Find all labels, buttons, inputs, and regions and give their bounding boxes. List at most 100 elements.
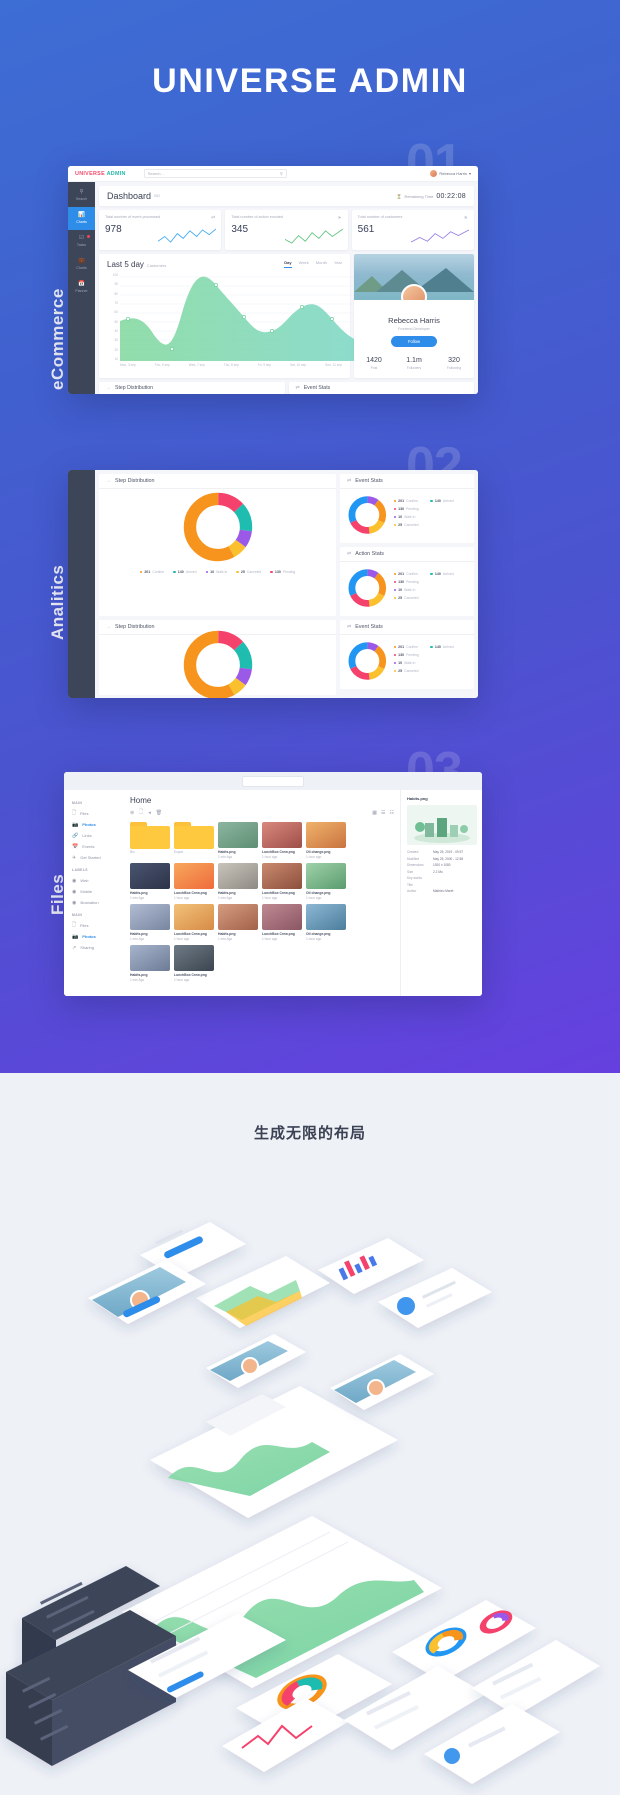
sidebar <box>68 470 95 698</box>
file-time: 1 hour ago <box>174 896 190 900</box>
legend-label: Pending <box>406 653 419 657</box>
legend-value: 130 <box>398 653 405 657</box>
tab-month[interactable]: Month <box>316 260 327 268</box>
trash-icon[interactable]: 🗑 <box>156 810 162 816</box>
sidebar-item-planner[interactable]: 📅 Planner <box>68 276 95 299</box>
detail-meta-row: Author Mathieu Maret <box>407 889 476 893</box>
main-content: → Step Distribution 201 Confirm 140 Arri… <box>95 470 478 698</box>
chart-range-tabs: Day Week Month Year <box>284 260 342 268</box>
sidebar-item-charts-2[interactable]: 💼 Charts <box>68 253 95 276</box>
list-view-icon[interactable]: ☰ <box>381 810 385 816</box>
chart-bar-icon: 📊 <box>78 212 85 218</box>
file-tile[interactable]: Habits.png 1 min Ago <box>218 822 258 859</box>
tab-day[interactable]: Day <box>284 260 292 268</box>
share-icon[interactable]: ◂ <box>148 810 151 816</box>
stat-card-actions[interactable]: Total number of action excuted 345 ➤ <box>225 210 348 250</box>
bottom-section-title: 生成无限的布局 <box>253 1125 366 1142</box>
file-time: 1 hour ago <box>174 978 190 982</box>
detail-view-icon[interactable]: ☷ <box>390 810 394 816</box>
add-circle-icon[interactable]: ⊕ <box>130 810 134 816</box>
x-tick: Sun, 11 sep <box>325 363 342 367</box>
sidebar-item-label: Web <box>80 878 89 883</box>
sidebar-item-links[interactable]: 🔗 Links <box>72 830 126 841</box>
tag-icon: ◉ <box>72 888 77 895</box>
sidebar-item-search[interactable]: ⚲ Search <box>68 184 95 207</box>
file-time: 1 hour ago <box>262 855 278 859</box>
file-tile[interactable]: Habits.png 1 min Ago <box>130 945 170 982</box>
legend-item: 201 Confirm <box>139 570 164 574</box>
user-name: Rebecca Harris <box>439 171 467 176</box>
file-name: Habits.png <box>130 973 148 977</box>
folder-item[interactable]: Export <box>174 822 214 859</box>
meta-key: Author <box>407 889 417 893</box>
folder-icon <box>130 822 170 849</box>
donut-chart-step-2 <box>99 630 336 698</box>
folder-item[interactable]: Bio <box>130 822 170 859</box>
copy-icon[interactable]: 🗋 <box>139 809 143 817</box>
sidebar-item-sharing[interactable]: ↗ Sharing <box>72 942 126 953</box>
file-tile[interactable]: Habits.png 1 min Ago <box>130 863 170 900</box>
sidebar-item-label: Sharing <box>80 945 94 950</box>
sidebar-item-mobile[interactable]: ◉ Mobile <box>72 886 126 897</box>
file-tile[interactable]: LunchBox Crew.png 1 hour ago <box>174 904 214 941</box>
file-tile[interactable]: Habits.png 1 min Ago <box>130 904 170 941</box>
tab-week[interactable]: Week <box>299 260 309 268</box>
profile-stat-post: 1420 Post <box>354 357 394 370</box>
file-tile[interactable]: Habits.png 1 min Ago <box>218 863 258 900</box>
sidebar-item-files[interactable]: 🗋 Files <box>72 808 126 819</box>
file-tile[interactable]: LunchBox Crew.png 1 hour ago <box>174 945 214 982</box>
legend-label: Confirm <box>406 572 419 576</box>
sidebar-item-photos-2[interactable]: 📷 Photos <box>72 931 126 942</box>
file-tile[interactable]: LunchBox Crew.png 1 hour ago <box>262 904 302 941</box>
sidebar-item-label: Charts <box>76 220 87 224</box>
detail-meta-row: Dimensions 1920 x 1080 <box>407 863 476 867</box>
follow-button[interactable]: Follow <box>391 336 437 347</box>
remaining-timer: ⏳ Remaining Time 00:22:08 <box>396 193 466 200</box>
iso-card-bar-chart <box>318 1238 424 1294</box>
iso-card-area-chart <box>196 1256 330 1328</box>
stat-label: Total number of customers <box>357 215 403 219</box>
legend-swatch <box>393 661 397 665</box>
app-logo[interactable]: UNIVERSE ADMIN <box>75 171 126 177</box>
files-toolbar: ⊕ 🗋 ◂ 🗑 ▦ ☰ ☷ <box>130 809 394 817</box>
file-tile[interactable]: LunchBox Crew.png 1 hour ago <box>174 863 214 900</box>
user-menu[interactable]: Rebecca Harris ▾ <box>430 170 471 177</box>
legend-item: 130 Pending <box>270 570 295 574</box>
url-bar[interactable] <box>242 775 304 787</box>
sidebar-item-get-started[interactable]: ✈ Get Started <box>72 852 126 863</box>
file-tile[interactable]: Oil change.png 1 hour ago <box>306 863 346 900</box>
sidebar-item-tasks[interactable]: ☑ Tasks <box>68 230 95 253</box>
panel-event-stats[interactable]: ⇄ Event Stats <box>288 382 474 394</box>
profile-stat-following: 320 Following <box>434 357 474 370</box>
timer-value: 00:22:08 <box>436 192 466 200</box>
search-input[interactable]: Search... ⚲ <box>143 169 287 178</box>
chart-subtitle: Customers <box>146 263 167 268</box>
stat-label: Total number of event processed <box>105 215 161 219</box>
stat-card-customers[interactable]: Total number of customers 561 ★ <box>351 210 474 250</box>
sidebar-item-web[interactable]: ◉ Web <box>72 875 126 886</box>
stat-value: 1420 <box>366 357 382 364</box>
sidebar-item-charts[interactable]: 📊 Charts <box>68 207 95 230</box>
stat-card-events[interactable]: Total number of event processed 978 ⇄ <box>99 210 222 250</box>
isometric-scene <box>6 1222 600 1784</box>
sidebar-item-label: Files <box>80 811 89 816</box>
panel-title: Step Distribution <box>115 624 155 630</box>
panel-step-distribution[interactable]: → Step Distribution <box>99 382 285 394</box>
sidebar-item-photos[interactable]: 📷 Photos <box>72 819 126 830</box>
file-time: 1 hour ago <box>262 896 278 900</box>
sidebar-item-label: Planner <box>75 289 88 293</box>
profile-stat-followers: 1.1m Followers <box>394 357 434 370</box>
file-tile[interactable]: LunchBox Crew.png 1 hour ago <box>262 822 302 859</box>
file-tile[interactable]: Oil change.png 1 hour ago <box>306 904 346 941</box>
sidebar-item-events[interactable]: 📅 Events <box>72 841 126 852</box>
sidebar-item-illustration[interactable]: ◉ Illustration <box>72 897 126 908</box>
grid-view-icon[interactable]: ▦ <box>372 810 377 816</box>
view-switcher: ▦ ☰ ☷ <box>372 810 394 816</box>
sidebar-item-files-2[interactable]: 🗋 Files <box>72 920 126 931</box>
file-tile[interactable]: Oil change.png 1 hour ago <box>306 822 346 859</box>
legend-swatch <box>393 653 397 657</box>
file-tile[interactable]: Habits.png 1 min Ago <box>218 904 258 941</box>
files-icon: 🗋 <box>72 921 77 928</box>
file-tile[interactable]: LunchBox Crew.png 1 hour ago <box>262 863 302 900</box>
tab-year[interactable]: Year <box>334 260 342 268</box>
